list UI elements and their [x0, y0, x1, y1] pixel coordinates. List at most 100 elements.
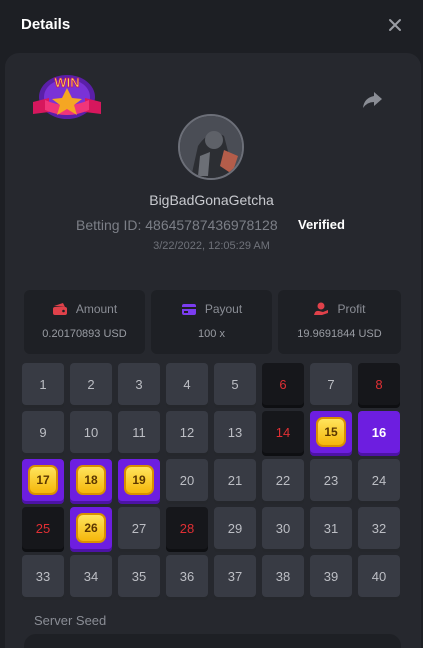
profit-stat: Profit 19.9691844 USD: [278, 290, 401, 354]
grid-cell-12[interactable]: 12: [166, 411, 208, 453]
gem-icon: 26: [76, 513, 106, 543]
grid-cell-number: 40: [371, 568, 387, 584]
server-seed-field[interactable]: [24, 634, 401, 648]
grid-cell-number: 7: [327, 376, 335, 392]
grid-cell-number: 37: [227, 568, 243, 584]
grid-cell-24[interactable]: 24: [358, 459, 400, 501]
svg-text:WIN: WIN: [54, 75, 79, 90]
grid-cell-number: 33: [35, 568, 51, 584]
grid-cell-1[interactable]: 1: [22, 363, 64, 405]
grid-cell-36[interactable]: 36: [166, 555, 208, 597]
amount-stat: Amount 0.20170893 USD: [24, 290, 145, 354]
grid-cell-number: 24: [371, 472, 387, 488]
grid-cell-7[interactable]: 7: [310, 363, 352, 405]
grid-cell-6[interactable]: 6: [262, 363, 304, 405]
grid-cell-34[interactable]: 34: [70, 555, 112, 597]
grid-cell-29[interactable]: 29: [214, 507, 256, 549]
grid-cell-number: 5: [231, 376, 239, 392]
bet-timestamp: 3/22/2022, 12:05:29 AM: [153, 240, 270, 252]
grid-cell-number: 35: [131, 568, 147, 584]
verified-badge: Verified: [298, 217, 345, 232]
grid-cell-30[interactable]: 30: [262, 507, 304, 549]
grid-cell-11[interactable]: 11: [118, 411, 160, 453]
grid-cell-23[interactable]: 23: [310, 459, 352, 501]
grid-cell-26[interactable]: 26: [70, 507, 112, 549]
payout-stat: Payout 100 x: [151, 290, 272, 354]
grid-cell-27[interactable]: 27: [118, 507, 160, 549]
grid-cell-number: 30: [275, 520, 291, 536]
grid-cell-20[interactable]: 20: [166, 459, 208, 501]
gem-icon: 19: [124, 465, 154, 495]
grid-cell-14[interactable]: 14: [262, 411, 304, 453]
grid-cell-number: 12: [179, 424, 195, 440]
gem-icon: 18: [76, 465, 106, 495]
close-icon[interactable]: [384, 14, 406, 36]
grid-cell-number: 11: [132, 424, 146, 440]
gem-icon: 15: [316, 417, 346, 447]
grid-cell-number: 21: [227, 472, 243, 488]
number-grid: 1 2 3 4 5 6 7 8 9 10 11 12 13 14 15 16 17 18 19 20 21 22 23 24 2…: [22, 363, 404, 597]
grid-cell-number: 4: [183, 376, 191, 392]
grid-cell-40[interactable]: 40: [358, 555, 400, 597]
username: BigBadGonaGetcha: [149, 192, 274, 208]
grid-cell-number: 32: [371, 520, 387, 536]
grid-cell-number: 23: [323, 472, 339, 488]
grid-cell-32[interactable]: 32: [358, 507, 400, 549]
grid-cell-21[interactable]: 21: [214, 459, 256, 501]
dialog-title: Details: [21, 16, 71, 33]
grid-cell-number: 36: [179, 568, 195, 584]
grid-cell-number: 20: [179, 472, 195, 488]
grid-cell-number: 13: [227, 424, 243, 440]
profit-label: Profit: [337, 302, 366, 316]
grid-cell-number: 6: [279, 376, 287, 392]
win-badge-icon: WIN: [31, 72, 103, 126]
grid-cell-number: 1: [39, 376, 47, 392]
grid-cell-8[interactable]: 8: [358, 363, 400, 405]
grid-cell-10[interactable]: 10: [70, 411, 112, 453]
grid-cell-16[interactable]: 16: [358, 411, 400, 453]
grid-cell-31[interactable]: 31: [310, 507, 352, 549]
payout-value: 100 x: [198, 328, 225, 340]
grid-cell-2[interactable]: 2: [70, 363, 112, 405]
grid-cell-9[interactable]: 9: [22, 411, 64, 453]
grid-cell-4[interactable]: 4: [166, 363, 208, 405]
server-seed-label: Server Seed: [34, 613, 107, 628]
grid-cell-number: 14: [275, 424, 291, 440]
grid-cell-18[interactable]: 18: [70, 459, 112, 501]
grid-cell-37[interactable]: 37: [214, 555, 256, 597]
grid-cell-number: 39: [323, 568, 339, 584]
grid-cell-15[interactable]: 15: [310, 411, 352, 453]
grid-cell-35[interactable]: 35: [118, 555, 160, 597]
grid-cell-number: 25: [35, 520, 51, 536]
gem-icon: 17: [28, 465, 58, 495]
share-icon[interactable]: [360, 89, 384, 111]
grid-cell-22[interactable]: 22: [262, 459, 304, 501]
grid-cell-number: 10: [83, 424, 99, 440]
grid-cell-19[interactable]: 19: [118, 459, 160, 501]
grid-cell-number: 16: [371, 424, 387, 440]
dialog-header: Details: [0, 0, 423, 50]
grid-cell-17[interactable]: 17: [22, 459, 64, 501]
grid-cell-number: 22: [275, 472, 291, 488]
grid-cell-38[interactable]: 38: [262, 555, 304, 597]
betting-id: Betting ID: 48645787436978128: [76, 217, 278, 233]
grid-cell-number: 27: [131, 520, 147, 536]
amount-value: 0.20170893 USD: [42, 328, 127, 340]
grid-cell-39[interactable]: 39: [310, 555, 352, 597]
grid-cell-number: 38: [275, 568, 291, 584]
grid-cell-5[interactable]: 5: [214, 363, 256, 405]
wallet-icon: [52, 303, 67, 315]
grid-cell-number: 28: [179, 520, 195, 536]
grid-cell-number: 29: [227, 520, 243, 536]
coins-icon: [314, 302, 329, 315]
profit-value: 19.9691844 USD: [297, 328, 382, 340]
grid-cell-13[interactable]: 13: [214, 411, 256, 453]
card-icon: [181, 304, 196, 315]
grid-cell-25[interactable]: 25: [22, 507, 64, 549]
grid-cell-number: 8: [375, 376, 383, 392]
grid-cell-number: 34: [83, 568, 99, 584]
grid-cell-3[interactable]: 3: [118, 363, 160, 405]
grid-cell-33[interactable]: 33: [22, 555, 64, 597]
grid-cell-28[interactable]: 28: [166, 507, 208, 549]
grid-cell-number: 9: [39, 424, 47, 440]
